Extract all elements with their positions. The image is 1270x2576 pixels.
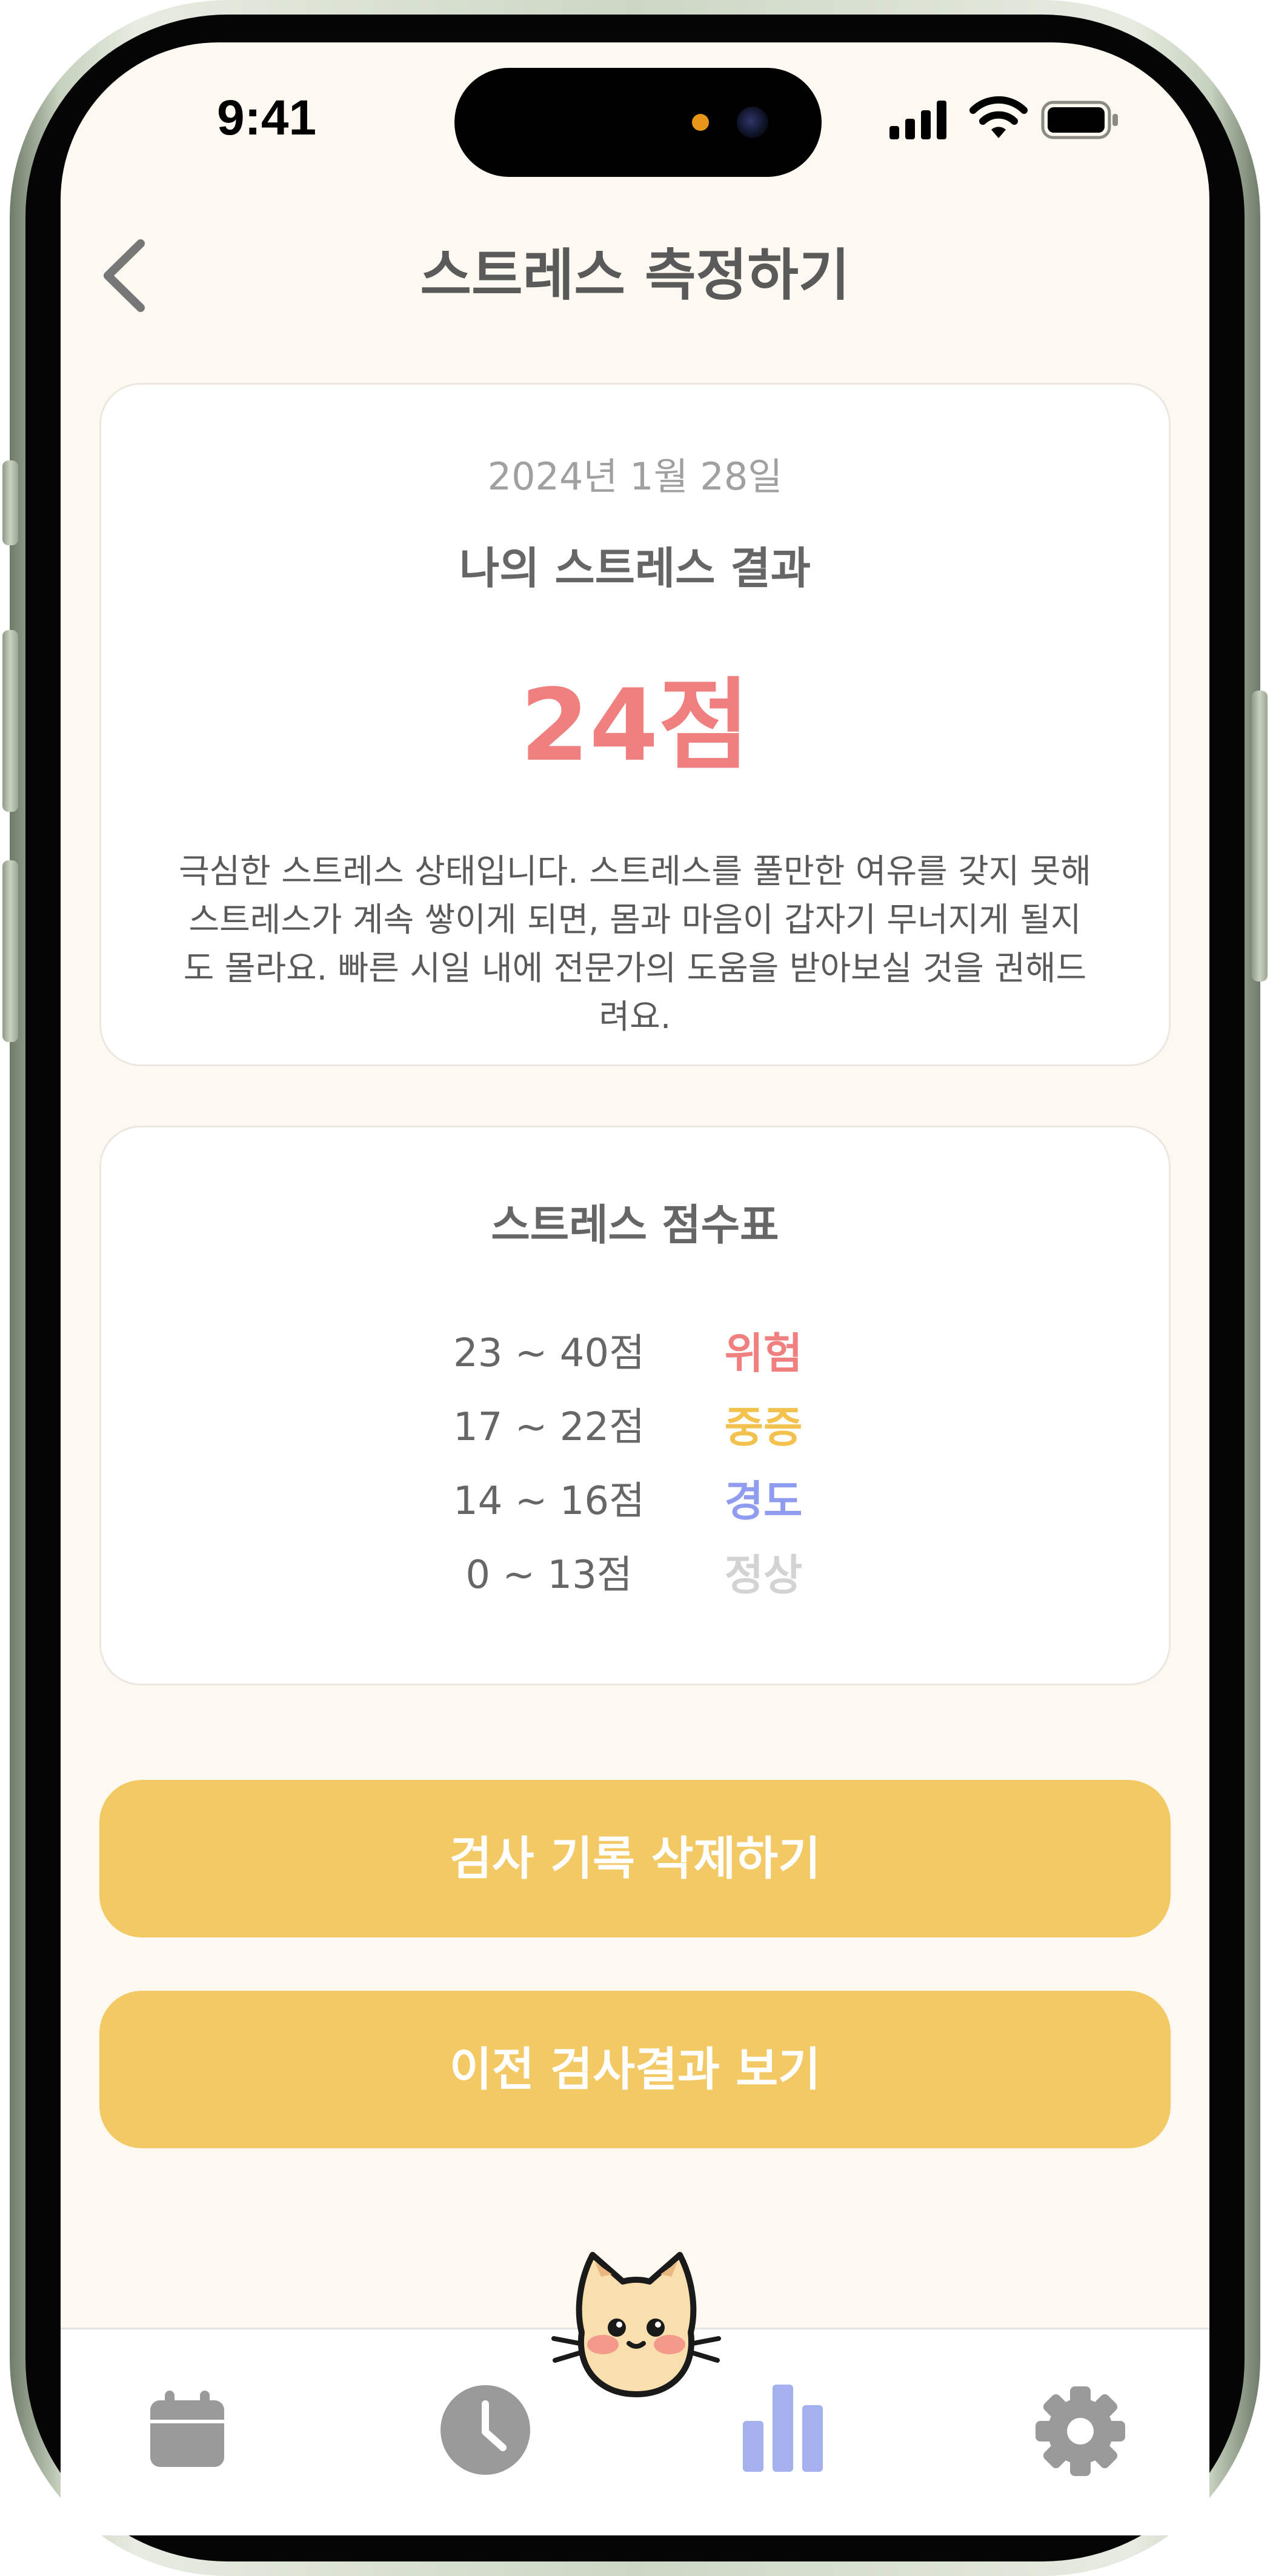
volume-up-button bbox=[2, 630, 18, 812]
volume-down-button bbox=[2, 860, 18, 1042]
view-history-button[interactable]: 이전 검사결과 보기 bbox=[99, 1991, 1171, 2148]
power-button bbox=[1252, 691, 1268, 981]
status-time: 9:41 bbox=[216, 90, 317, 145]
score-level-danger: 위험 bbox=[724, 1329, 803, 1378]
result-description: 극심한 스트레스 상태입니다. 스트레스를 풀만한 여유를 갖지 못해 스트레스… bbox=[178, 852, 1092, 1036]
cat-mascot-icon[interactable] bbox=[545, 2242, 727, 2405]
battery-icon bbox=[1041, 101, 1118, 139]
score-range-normal: 0 ~ 13점 bbox=[465, 1553, 633, 1598]
result-score: 24점 bbox=[520, 668, 750, 783]
gear-icon[interactable] bbox=[1035, 2386, 1126, 2477]
page-title: 스트레스 측정하기 bbox=[420, 243, 850, 308]
score-level-mild: 경도 bbox=[724, 1476, 803, 1526]
score-range-severe: 17 ~ 22점 bbox=[453, 1405, 645, 1450]
clock-icon[interactable] bbox=[440, 2385, 531, 2475]
result-date: 2024년 1월 28일 bbox=[487, 454, 783, 499]
bar-chart-icon[interactable] bbox=[740, 2381, 825, 2472]
camera-indicator-dot bbox=[692, 114, 709, 131]
score-table-title: 스트레스 점수표 bbox=[491, 1200, 779, 1250]
score-range-danger: 23 ~ 40점 bbox=[453, 1331, 645, 1376]
score-level-severe: 중증 bbox=[724, 1403, 803, 1452]
wifi-icon bbox=[969, 96, 1028, 138]
delete-record-button[interactable]: 검사 기록 삭제하기 bbox=[99, 1780, 1171, 1937]
cellular-signal-icon bbox=[889, 101, 946, 139]
camera-lens bbox=[737, 107, 768, 138]
back-chevron-icon[interactable] bbox=[97, 237, 151, 314]
result-heading: 나의 스트레스 결과 bbox=[459, 543, 811, 594]
score-range-mild: 14 ~ 16점 bbox=[453, 1479, 645, 1524]
score-level-normal: 정상 bbox=[724, 1550, 803, 1600]
action-button bbox=[2, 460, 18, 545]
calendar-icon[interactable] bbox=[148, 2391, 227, 2469]
